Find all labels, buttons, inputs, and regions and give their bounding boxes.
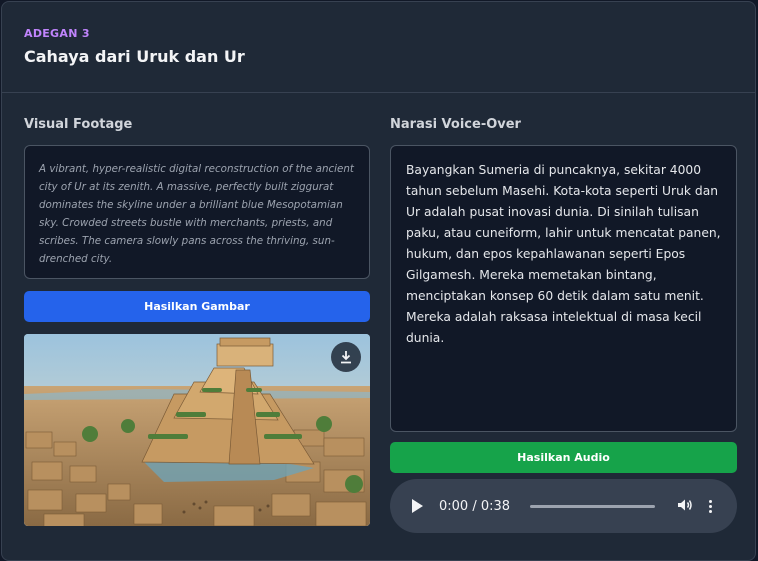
generate-audio-button[interactable]: Hasilkan Audio — [390, 442, 737, 473]
download-icon — [341, 351, 351, 364]
download-image-button[interactable] — [331, 342, 361, 372]
narration-label: Narasi Voice-Over — [390, 117, 521, 132]
ziggurat-city-image — [24, 334, 370, 526]
audio-player: 0:00 / 0:38 — [390, 479, 737, 533]
scene-card: ADEGAN 3 Cahaya dari Uruk dan Ur Visual … — [1, 1, 756, 561]
play-icon[interactable] — [412, 499, 423, 513]
visual-footage-label: Visual Footage — [24, 117, 133, 132]
more-options-icon[interactable] — [709, 499, 713, 513]
scene-title: Cahaya dari Uruk dan Ur — [24, 47, 245, 66]
narration-text[interactable]: Bayangkan Sumeria di puncaknya, sekitar … — [390, 145, 737, 432]
generate-image-button[interactable]: Hasilkan Gambar — [24, 291, 370, 322]
visual-prompt-text[interactable]: A vibrant, hyper-realistic digital recon… — [24, 145, 370, 279]
audio-time: 0:00 / 0:38 — [439, 498, 511, 514]
scene-number-label: ADEGAN 3 — [24, 27, 90, 40]
volume-icon[interactable] — [677, 497, 693, 516]
scene-header: ADEGAN 3 Cahaya dari Uruk dan Ur — [2, 2, 755, 93]
audio-progress-track[interactable] — [530, 504, 656, 508]
generated-image — [24, 334, 370, 526]
